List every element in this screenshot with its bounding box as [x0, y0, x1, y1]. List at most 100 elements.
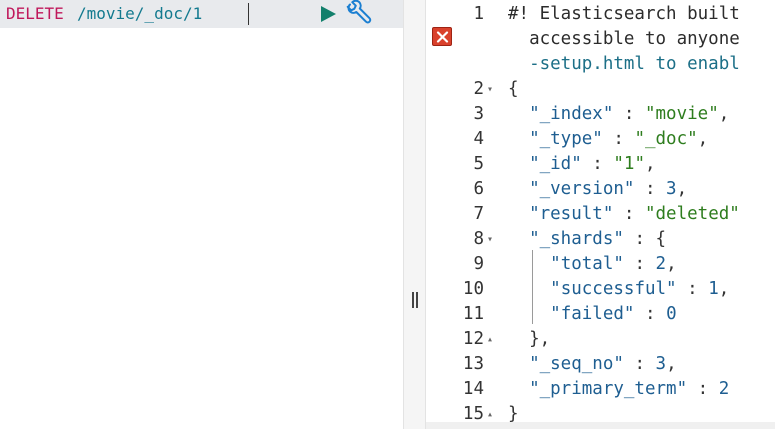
code-text: "successful" : 1,	[508, 277, 729, 302]
code-token: "movie"	[644, 104, 719, 124]
code-text: "_version" : 3,	[508, 177, 687, 202]
request-method: DELETE	[6, 4, 64, 23]
request-settings-button[interactable]	[344, 0, 374, 28]
code-text: #! Elasticsearch built	[508, 2, 740, 27]
code-token: "total"	[550, 254, 624, 274]
code-line: 6 "_version" : 3,	[426, 177, 775, 202]
code-token: :	[687, 379, 719, 399]
code-token: 2	[718, 379, 730, 399]
code-token: "1"	[613, 154, 645, 174]
code-token: #! Elasticsearch built	[508, 4, 740, 24]
fold-toggle-icon[interactable]: ▾	[487, 77, 497, 102]
line-number: 1	[473, 4, 484, 24]
run-request-button[interactable]	[318, 4, 338, 24]
request-editor-pane[interactable]: DELETE /movie/_doc/1	[0, 0, 403, 429]
line-number: 2	[473, 79, 484, 99]
code-token: "result"	[529, 204, 614, 224]
code-token: ,	[718, 279, 730, 299]
code-text: "_shards" : {	[508, 227, 666, 252]
line-number: 11	[462, 304, 484, 324]
code-token: "_primary_term"	[529, 379, 688, 399]
code-token: ,	[666, 354, 677, 374]
code-token: "deleted"	[644, 204, 740, 224]
code-text: "_type" : "_doc",	[508, 127, 708, 152]
code-token: "_shards"	[529, 229, 624, 249]
code-line: 10 "successful" : 1,	[426, 277, 775, 302]
wrench-icon	[346, 0, 372, 24]
fold-toggle-icon[interactable]: ▾	[487, 227, 497, 252]
line-number: 4	[473, 129, 484, 149]
code-token: },	[508, 329, 551, 349]
code-token: "_id"	[529, 154, 582, 174]
horizontal-scrollbar[interactable]	[426, 422, 775, 429]
code-token: :	[634, 179, 667, 199]
code-token: :	[676, 279, 709, 299]
code-line: accessible to anyone	[426, 27, 775, 52]
code-line: 11 "failed" : 0	[426, 302, 775, 327]
code-line: 8 ▾ "_shards" : {	[426, 227, 775, 252]
code-token: "_version"	[529, 179, 635, 199]
code-token: ,	[718, 104, 730, 124]
code-token: "_seq_no"	[529, 354, 624, 374]
line-number: 8	[473, 229, 484, 249]
resize-handle[interactable]	[410, 290, 419, 310]
code-line: -setup.html to enabl	[426, 52, 775, 77]
code-token: 0	[666, 304, 677, 324]
response-pane[interactable]: 1 #! Elasticsearch built accessible to an…	[426, 0, 775, 429]
code-token: "_doc"	[634, 129, 698, 149]
code-token: :	[623, 254, 656, 274]
request-line[interactable]: DELETE /movie/_doc/1	[0, 0, 403, 28]
code-token: :	[581, 154, 614, 174]
code-token: -setup.html to enabl	[508, 54, 740, 74]
text-cursor	[248, 3, 249, 25]
play-triangle-icon	[321, 6, 336, 22]
code-token: 3	[655, 354, 667, 374]
request-path: /movie/_doc/1	[77, 4, 203, 23]
code-text: "failed" : 0	[508, 302, 677, 327]
code-token: accessible to anyone	[508, 29, 740, 49]
line-number: 3	[473, 104, 484, 124]
code-text: accessible to anyone	[508, 27, 740, 52]
code-text: "result" : "deleted"	[508, 202, 740, 227]
code-line: 4 "_type" : "_doc",	[426, 127, 775, 152]
code-text: "_primary_term" : 2	[508, 377, 729, 402]
fold-toggle-icon[interactable]: ▴	[487, 327, 497, 352]
code-line: 12 ▴ },	[426, 327, 775, 352]
code-token: "_index"	[529, 104, 614, 124]
code-text: "_seq_no" : 3,	[508, 352, 677, 377]
code-token: ,	[644, 154, 656, 174]
code-line: 14 "_primary_term" : 2	[426, 377, 775, 402]
code-line: 5 "_id" : "1",	[426, 152, 775, 177]
code-token: 2	[655, 254, 667, 274]
line-number: 5	[473, 154, 484, 174]
code-token: ,	[666, 254, 677, 274]
code-token: }	[508, 404, 519, 424]
line-number: 9	[473, 254, 484, 274]
code-text: "_id" : "1",	[508, 152, 656, 177]
code-line: 7 "result" : "deleted"	[426, 202, 775, 227]
code-token: ,	[697, 129, 709, 149]
code-text: },	[508, 327, 550, 352]
line-number: 10	[462, 279, 484, 299]
code-token: 3	[666, 179, 677, 199]
code-line: 1 #! Elasticsearch built	[426, 2, 775, 27]
code-token: :	[613, 104, 645, 124]
